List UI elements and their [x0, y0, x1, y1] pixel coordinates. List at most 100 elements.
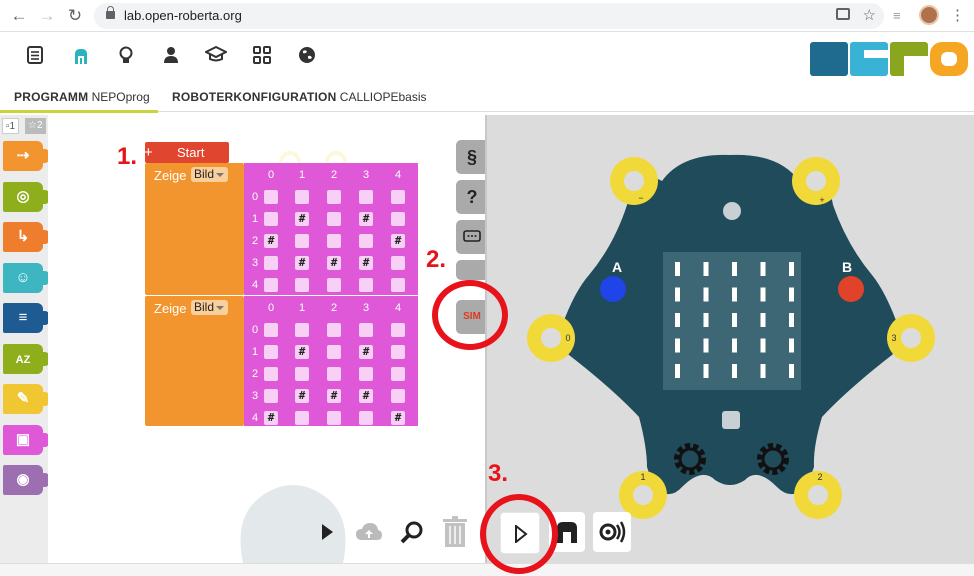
palette-category-math[interactable]: ≡ — [3, 303, 49, 333]
image-cell[interactable] — [295, 411, 309, 425]
image-cell[interactable] — [264, 367, 278, 381]
grid-icon[interactable] — [251, 46, 273, 68]
palette-category-image[interactable]: ▣ — [3, 424, 49, 455]
image-cell[interactable] — [327, 190, 341, 204]
code-view-button[interactable]: § — [456, 140, 488, 174]
menu-icon[interactable]: ⋮ — [950, 6, 965, 24]
palette-category-communication[interactable]: ◉ — [3, 465, 49, 495]
image-cell[interactable]: # — [327, 389, 341, 403]
image-cell[interactable]: # — [359, 389, 373, 403]
button-b[interactable] — [838, 276, 864, 302]
image-cell[interactable] — [327, 345, 341, 359]
image-cell[interactable] — [359, 234, 373, 248]
image-cell[interactable] — [264, 278, 278, 292]
image-cell[interactable] — [295, 278, 309, 292]
image-cell[interactable] — [359, 190, 373, 204]
image-cell[interactable]: # — [295, 256, 309, 270]
graduation-icon[interactable] — [203, 45, 229, 68]
camera-blocked-icon[interactable] — [836, 8, 850, 20]
col-header: 2 — [330, 302, 338, 314]
col-header: 4 — [394, 302, 402, 314]
col-header: 0 — [267, 169, 275, 181]
image-cell[interactable]: # — [295, 389, 309, 403]
image-cell[interactable] — [264, 389, 278, 403]
image-cell[interactable]: # — [295, 212, 309, 226]
reset-button[interactable] — [722, 411, 740, 429]
avatar[interactable] — [919, 5, 939, 25]
image-cell[interactable]: # — [295, 345, 309, 359]
image-cell[interactable]: # — [359, 212, 373, 226]
image-cell[interactable] — [264, 345, 278, 359]
image-cell[interactable] — [327, 323, 341, 337]
palette-category-logic[interactable]: ☺ — [3, 262, 49, 293]
image-cell[interactable] — [295, 367, 309, 381]
run-on-robot-button[interactable] — [308, 512, 346, 552]
show-block-1[interactable]: Zeige Bild — [145, 163, 244, 295]
image-cell[interactable] — [327, 411, 341, 425]
forward-icon[interactable]: → — [36, 5, 58, 27]
image-cell[interactable] — [391, 345, 405, 359]
image-cell[interactable] — [327, 367, 341, 381]
image-cell[interactable] — [391, 323, 405, 337]
image-cell[interactable] — [295, 234, 309, 248]
more-button[interactable] — [456, 260, 488, 280]
tab-robot-config[interactable]: ROBOTERKONFIGURATION CALLIOPEbasis — [172, 90, 427, 104]
image-cell[interactable] — [359, 278, 373, 292]
image-cell[interactable]: # — [391, 234, 405, 248]
comment-button[interactable] — [456, 220, 488, 254]
image-cell[interactable] — [359, 367, 373, 381]
image-cell[interactable]: # — [264, 234, 278, 248]
palette-category-control[interactable]: ↳ — [3, 222, 49, 252]
image-cell[interactable] — [391, 367, 405, 381]
image-dropdown[interactable]: Bild — [191, 300, 229, 315]
image-cell[interactable]: # — [327, 256, 341, 270]
robot-icon[interactable] — [70, 46, 92, 68]
trash-button[interactable] — [436, 512, 474, 552]
toggle-basic[interactable]: ▫1 — [2, 118, 20, 134]
image-cell[interactable] — [264, 323, 278, 337]
image-cell[interactable]: # — [264, 411, 278, 425]
tab-program[interactable]: PROGRAMM NEPOprog — [14, 90, 150, 104]
image-cell[interactable] — [359, 323, 373, 337]
image-cell[interactable] — [264, 190, 278, 204]
image-cell[interactable] — [264, 256, 278, 270]
image-cell[interactable] — [391, 278, 405, 292]
image-cell[interactable] — [264, 212, 278, 226]
back-icon[interactable]: ← — [8, 5, 30, 27]
media-icon[interactable]: ≡ — [893, 8, 901, 23]
address-bar[interactable]: lab.open-roberta.org ☆ — [94, 3, 884, 29]
user-icon[interactable] — [160, 46, 182, 68]
palette-category-action[interactable]: ⇢ — [3, 141, 49, 171]
image-cell[interactable] — [391, 190, 405, 204]
help-button[interactable]: ? — [456, 180, 488, 214]
program-icon[interactable] — [24, 46, 46, 68]
image-dropdown[interactable]: Bild — [191, 167, 229, 182]
image-cell[interactable]: # — [359, 256, 373, 270]
bookmark-star-icon[interactable]: ☆ — [863, 6, 876, 24]
lightbulb-icon[interactable] — [115, 46, 137, 68]
show-block-2[interactable]: Zeige Bild — [145, 296, 244, 426]
image-cell[interactable] — [327, 234, 341, 248]
image-cell[interactable] — [391, 389, 405, 403]
palette-category-sensors[interactable]: ◎ — [3, 181, 49, 212]
toggle-expert[interactable]: ☆2 — [25, 118, 46, 134]
image-cell[interactable] — [391, 212, 405, 226]
button-a[interactable] — [600, 276, 626, 302]
plus-icon[interactable]: + — [144, 142, 153, 163]
zoom-button[interactable] — [393, 512, 431, 552]
image-cell[interactable]: # — [391, 411, 405, 425]
upload-button[interactable] — [350, 512, 388, 552]
image-cell[interactable] — [295, 190, 309, 204]
start-block[interactable]: + Start — [144, 142, 229, 163]
image-cell[interactable] — [327, 278, 341, 292]
palette-category-colour[interactable]: ✎ — [3, 384, 49, 414]
image-cell[interactable] — [359, 411, 373, 425]
globe-icon[interactable] — [296, 46, 318, 68]
reload-icon[interactable]: ↻ — [64, 5, 86, 27]
sim-sensor-button[interactable] — [593, 512, 631, 552]
image-cell[interactable] — [327, 212, 341, 226]
image-cell[interactable] — [295, 323, 309, 337]
image-cell[interactable] — [391, 256, 405, 270]
palette-category-text[interactable]: AZ — [3, 343, 49, 374]
image-cell[interactable]: # — [359, 345, 373, 359]
